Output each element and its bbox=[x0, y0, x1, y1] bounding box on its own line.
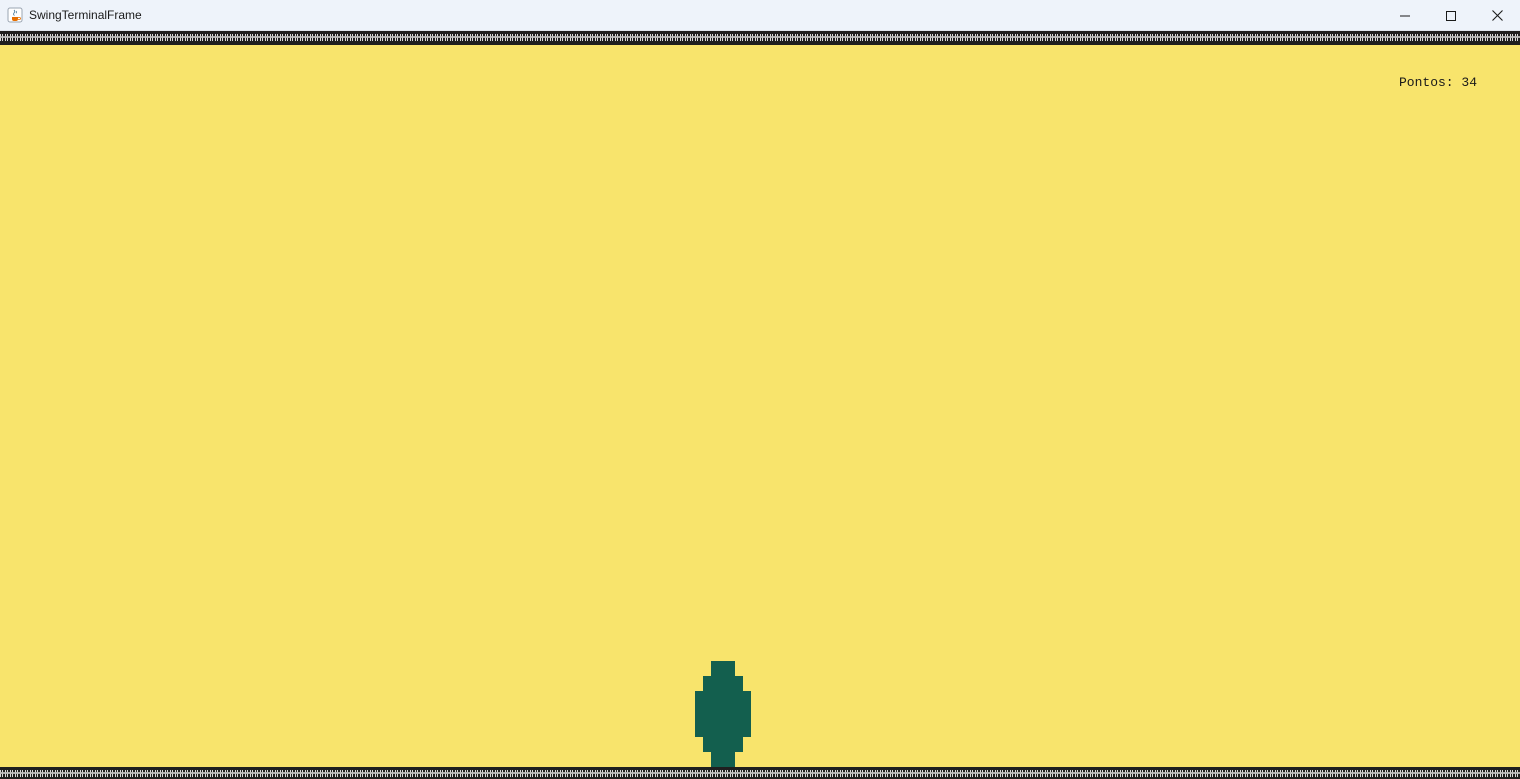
app-window: SwingTerminalFrame Pontos: 34 bbox=[0, 0, 1520, 779]
bottom-wall bbox=[0, 767, 1520, 779]
top-wall-pattern bbox=[0, 34, 1520, 41]
maximize-icon bbox=[1446, 10, 1456, 21]
score-label: Pontos: bbox=[1399, 75, 1462, 90]
minimize-icon bbox=[1400, 15, 1410, 16]
score-display: Pontos: 34 bbox=[1399, 75, 1477, 90]
score-value: 34 bbox=[1461, 75, 1478, 90]
bottom-wall-pattern bbox=[0, 770, 1520, 777]
minimize-button[interactable] bbox=[1382, 0, 1428, 31]
top-wall bbox=[0, 31, 1520, 45]
java-coffee-icon bbox=[7, 7, 23, 23]
game-canvas[interactable]: Pontos: 34 bbox=[0, 31, 1520, 779]
maximize-button[interactable] bbox=[1428, 0, 1474, 31]
window-title: SwingTerminalFrame bbox=[29, 8, 142, 22]
close-icon bbox=[1491, 10, 1503, 21]
title-bar[interactable]: SwingTerminalFrame bbox=[0, 0, 1520, 31]
player-sprite bbox=[695, 661, 751, 767]
close-button[interactable] bbox=[1474, 0, 1520, 31]
